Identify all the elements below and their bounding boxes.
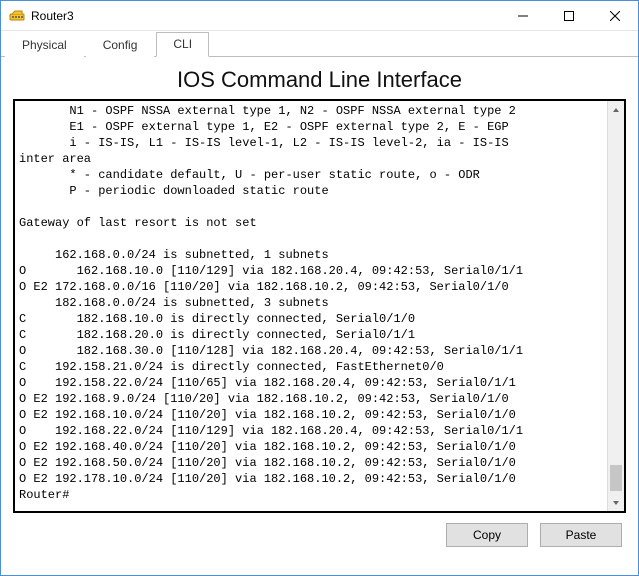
- paste-button[interactable]: Paste: [540, 523, 622, 547]
- terminal-line: C 182.168.10.0 is directly connected, Se…: [19, 311, 607, 327]
- button-row: Copy Paste: [13, 523, 626, 547]
- terminal-line: O E2 192.168.50.0/24 [110/20] via 182.16…: [19, 455, 607, 471]
- terminal-output[interactable]: N1 - OSPF NSSA external type 1, N2 - OSP…: [15, 101, 607, 511]
- terminal-line: O E2 192.168.10.0/24 [110/20] via 182.16…: [19, 407, 607, 423]
- tab-config[interactable]: Config: [86, 33, 155, 57]
- terminal-line: O 192.158.22.0/24 [110/65] via 182.168.2…: [19, 375, 607, 391]
- terminal-line: * - candidate default, U - per-user stat…: [19, 167, 607, 183]
- terminal-line: O 182.168.30.0 [110/128] via 182.168.20.…: [19, 343, 607, 359]
- terminal-line: E1 - OSPF external type 1, E2 - OSPF ext…: [19, 119, 607, 135]
- terminal-scrollbar[interactable]: [607, 101, 624, 511]
- close-button[interactable]: [592, 1, 638, 30]
- scrollbar-thumb[interactable]: [610, 465, 622, 491]
- terminal-line: O E2 192.168.40.0/24 [110/20] via 182.16…: [19, 439, 607, 455]
- terminal-line: 182.168.0.0/24 is subnetted, 3 subnets: [19, 295, 607, 311]
- terminal-line: O E2 172.168.0.0/16 [110/20] via 182.168…: [19, 279, 607, 295]
- titlebar: Router3: [1, 1, 638, 31]
- terminal-line: O E2 192.178.10.0/24 [110/20] via 182.16…: [19, 471, 607, 487]
- terminal-line: Router#: [19, 487, 607, 503]
- terminal-line: C 182.168.20.0 is directly connected, Se…: [19, 327, 607, 343]
- tab-content: IOS Command Line Interface N1 - OSPF NSS…: [1, 57, 638, 557]
- terminal-line: [19, 199, 607, 215]
- minimize-button[interactable]: [500, 1, 546, 30]
- cli-heading: IOS Command Line Interface: [13, 67, 626, 93]
- window-title: Router3: [31, 9, 500, 23]
- terminal-line: i - IS-IS, L1 - IS-IS level-1, L2 - IS-I…: [19, 135, 607, 151]
- app-icon: [9, 8, 25, 24]
- tab-cli[interactable]: CLI: [156, 32, 209, 57]
- scroll-down-arrow-icon[interactable]: [608, 494, 624, 511]
- terminal-line: P - periodic downloaded static route: [19, 183, 607, 199]
- tab-physical[interactable]: Physical: [5, 33, 84, 57]
- terminal-line: O 192.168.22.0/24 [110/129] via 182.168.…: [19, 423, 607, 439]
- terminal-line: O E2 192.168.9.0/24 [110/20] via 182.168…: [19, 391, 607, 407]
- terminal-line: 162.168.0.0/24 is subnetted, 1 subnets: [19, 247, 607, 263]
- copy-button[interactable]: Copy: [446, 523, 528, 547]
- tab-bar: Physical Config CLI: [1, 31, 638, 57]
- terminal-line: [19, 231, 607, 247]
- terminal-line: N1 - OSPF NSSA external type 1, N2 - OSP…: [19, 103, 607, 119]
- terminal-container: N1 - OSPF NSSA external type 1, N2 - OSP…: [13, 99, 626, 513]
- terminal-line: C 192.158.21.0/24 is directly connected,…: [19, 359, 607, 375]
- terminal-line: Gateway of last resort is not set: [19, 215, 607, 231]
- terminal-line: inter area: [19, 151, 607, 167]
- terminal-line: O 162.168.10.0 [110/129] via 182.168.20.…: [19, 263, 607, 279]
- maximize-button[interactable]: [546, 1, 592, 30]
- window-controls: [500, 1, 638, 30]
- scroll-up-arrow-icon[interactable]: [608, 101, 624, 118]
